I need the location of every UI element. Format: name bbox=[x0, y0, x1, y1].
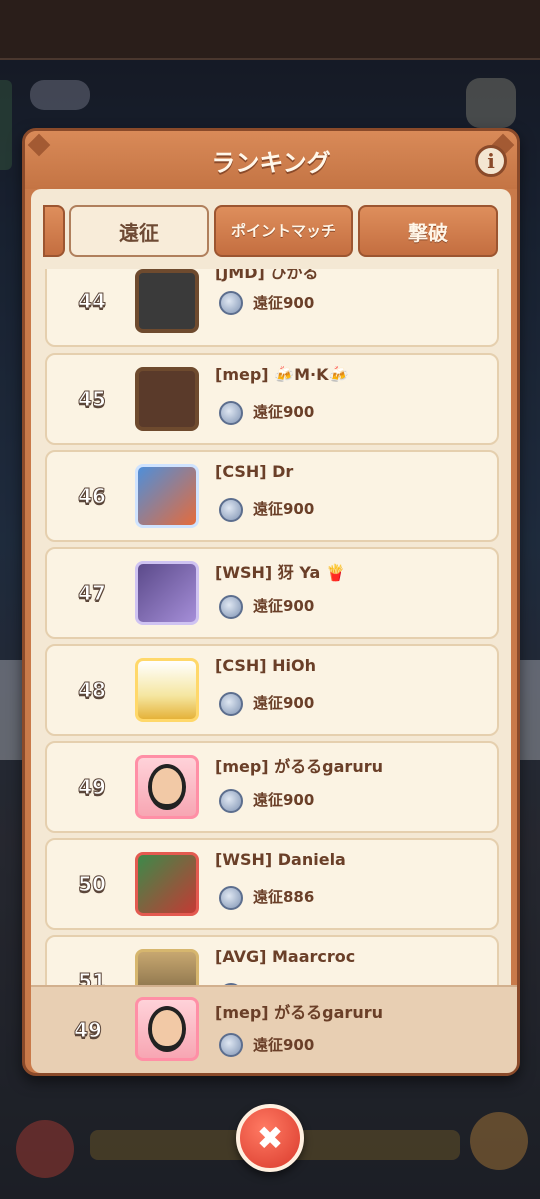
own-rank-number: 49 bbox=[74, 1018, 103, 1043]
ranking-panel: ランキング i 遠征 ポイントマッチ 撃破 44 [JMD] ひかる 遠征900… bbox=[22, 128, 520, 1076]
rank-number: 50 bbox=[78, 872, 107, 897]
panel-body: 遠征 ポイントマッチ 撃破 44 [JMD] ひかる 遠征900 45 [mep… bbox=[31, 189, 517, 1073]
ranking-row[interactable]: 45 [mep] 🍻M·K🍻 遠征900 bbox=[45, 353, 499, 445]
own-ranking-row: 49 [mep] がるるgaruru 遠征900 bbox=[31, 985, 517, 1073]
background-bottom-icon bbox=[16, 1120, 74, 1178]
score-value: 遠征900 bbox=[253, 597, 315, 615]
player-name: [CSH] HiOh bbox=[215, 656, 317, 675]
own-score-value: 遠征900 bbox=[253, 1036, 315, 1054]
close-icon: ✖ bbox=[256, 1119, 284, 1157]
own-avatar bbox=[135, 997, 199, 1061]
medal-icon bbox=[219, 886, 243, 910]
score-value: 遠征886 bbox=[253, 888, 315, 906]
avatar bbox=[135, 367, 199, 431]
panel-title: ランキング bbox=[211, 149, 331, 177]
ranking-row[interactable]: 50 [WSH] Daniela 遠征886 bbox=[45, 838, 499, 930]
avatar bbox=[135, 269, 199, 333]
background-side-tab bbox=[0, 80, 12, 170]
tab-bar: 遠征 ポイントマッチ 撃破 bbox=[43, 205, 501, 261]
avatar bbox=[135, 949, 199, 989]
score-value: 遠征900 bbox=[253, 294, 315, 312]
medal-icon bbox=[219, 1033, 243, 1057]
score-value: 遠征900 bbox=[253, 500, 315, 518]
medal-icon bbox=[219, 291, 243, 315]
rank-number: 44 bbox=[78, 289, 107, 314]
avatar bbox=[135, 561, 199, 625]
player-name: [mep] 🍻M·K🍻 bbox=[215, 365, 349, 384]
avatar bbox=[135, 464, 199, 528]
ranking-row[interactable]: 48 [CSH] HiOh 遠征900 bbox=[45, 644, 499, 736]
rank-number: 48 bbox=[78, 678, 107, 703]
rank-number: 47 bbox=[78, 581, 107, 606]
ranking-row[interactable]: 51 [AVG] Maarcroc bbox=[45, 935, 499, 989]
medal-icon bbox=[219, 498, 243, 522]
background-label bbox=[30, 80, 90, 110]
rank-number: 49 bbox=[78, 775, 107, 800]
score-value: 遠征900 bbox=[253, 403, 315, 421]
tab-gekiha[interactable]: 撃破 bbox=[358, 205, 498, 257]
player-name: [AVG] Maarcroc bbox=[215, 947, 356, 966]
rank-number: 46 bbox=[78, 484, 107, 509]
avatar bbox=[135, 658, 199, 722]
avatar-face bbox=[152, 768, 182, 804]
score-value: 遠征900 bbox=[253, 791, 315, 809]
player-name: [WSH] 犽 Ya 🍟 bbox=[215, 563, 346, 582]
tab-ensei[interactable]: 遠征 bbox=[69, 205, 209, 257]
medal-icon bbox=[219, 595, 243, 619]
ranking-row[interactable]: 44 [JMD] ひかる 遠征900 bbox=[45, 269, 499, 347]
medal-icon bbox=[219, 789, 243, 813]
background-icon bbox=[466, 78, 516, 128]
close-button[interactable]: ✖ bbox=[236, 1104, 304, 1172]
avatar-face bbox=[152, 1010, 182, 1046]
ranking-row[interactable]: 47 [WSH] 犽 Ya 🍟 遠征900 bbox=[45, 547, 499, 639]
ranking-row[interactable]: 49 [mep] がるるgaruru 遠征900 bbox=[45, 741, 499, 833]
panel-header: ランキング i bbox=[25, 131, 517, 189]
rank-number: 51 bbox=[78, 969, 107, 990]
medal-icon bbox=[219, 401, 243, 425]
rank-number: 45 bbox=[78, 387, 107, 412]
own-player-name: [mep] がるるgaruru bbox=[215, 1003, 383, 1022]
player-name: [CSH] Dr bbox=[215, 462, 294, 481]
tab-previous[interactable] bbox=[43, 205, 65, 257]
player-name: [mep] がるるgaruru bbox=[215, 757, 383, 776]
player-name: [JMD] ひかる bbox=[215, 269, 319, 282]
score-value: 遠征900 bbox=[253, 694, 315, 712]
avatar bbox=[135, 852, 199, 916]
top-status-bar bbox=[0, 0, 540, 60]
ranking-row[interactable]: 46 [CSH] Dr 遠征900 bbox=[45, 450, 499, 542]
ranking-list[interactable]: 44 [JMD] ひかる 遠征900 45 [mep] 🍻M·K🍻 遠征900 … bbox=[45, 269, 499, 989]
player-name: [WSH] Daniela bbox=[215, 850, 346, 869]
tab-point-match[interactable]: ポイントマッチ bbox=[214, 205, 353, 257]
medal-icon bbox=[219, 692, 243, 716]
background-bottom-icon-right bbox=[470, 1112, 528, 1170]
avatar bbox=[135, 755, 199, 819]
info-icon[interactable]: i bbox=[475, 145, 507, 177]
